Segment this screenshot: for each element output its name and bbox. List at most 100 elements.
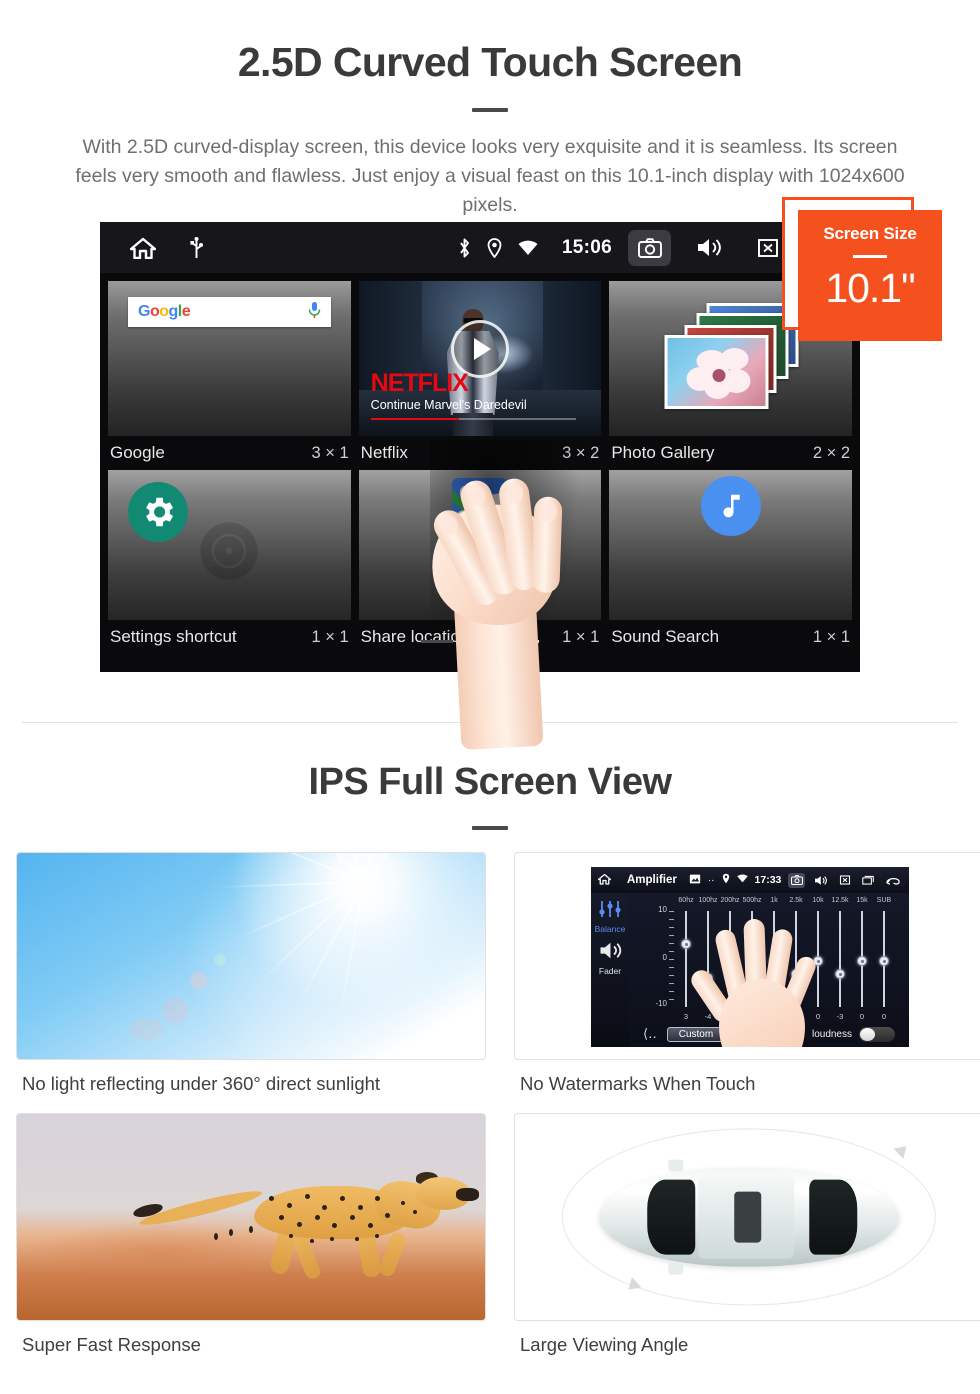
sunroof <box>734 1191 761 1243</box>
gallery-icon[interactable] <box>689 874 701 887</box>
eq-value: -3 <box>836 1012 844 1021</box>
settings-shortcut-widget[interactable] <box>108 470 351 620</box>
device-screen: 15:06 Google Google 3 × 1 NETFLIX Contin… <box>100 222 860 672</box>
widget-name: Share location <box>360 627 470 646</box>
widget-item[interactable]: Settings shortcut 1 × 1 <box>108 470 351 654</box>
usb-icon[interactable] <box>190 236 203 259</box>
back-arrow-icon[interactable]: ⟨‥ <box>643 1026 657 1042</box>
google-search-bar[interactable]: Google <box>128 297 331 327</box>
widget-item[interactable]: NETFLIX Continue Marvel's Daredevil Netf… <box>358 281 602 470</box>
widget-item[interactable]: Google Google 3 × 1 <box>108 281 351 470</box>
eq-slider[interactable] <box>763 907 785 1011</box>
page-dot-3-active[interactable] <box>507 640 539 643</box>
eq-slider[interactable] <box>785 907 807 1011</box>
maps-person-pin <box>454 510 476 532</box>
widget-item[interactable]: Sound Search 1 × 1 <box>609 470 853 654</box>
screenshot-icon[interactable] <box>628 229 671 266</box>
loudness-control[interactable]: loudness <box>812 1026 895 1042</box>
rotation-arrow <box>893 1140 912 1159</box>
car-body <box>599 1159 899 1275</box>
netflix-building-right <box>543 281 602 402</box>
feature-caption: Large Viewing Angle <box>520 1334 689 1355</box>
eq-slider[interactable] <box>675 907 697 1011</box>
home-icon[interactable] <box>130 237 156 259</box>
feature-card: Amplifier ·· 17:33 Balance Fader 60hz 10… <box>514 852 980 1095</box>
widget-name: Sound Search <box>611 627 720 646</box>
volume-icon[interactable] <box>687 230 730 266</box>
gear-icon-watermark <box>174 496 284 606</box>
preset-button[interactable]: Custom <box>666 1026 726 1042</box>
amplifier-bottom-bar: ⟨‥ Custom loudness <box>591 1023 909 1045</box>
running-cheetah <box>131 1170 479 1289</box>
google-maps-icon[interactable]: G <box>452 478 508 534</box>
cheetah-spots <box>213 1170 467 1289</box>
widget-name: Settings shortcut <box>110 627 237 646</box>
more-icon[interactable]: ·· <box>708 875 715 886</box>
feature-grid: No light reflecting under 360° direct su… <box>0 830 980 1095</box>
page-dot-2[interactable] <box>464 640 496 643</box>
car-top-view-illustration <box>514 1113 980 1321</box>
gear-icon[interactable] <box>128 482 188 542</box>
recents-icon[interactable] <box>860 873 877 888</box>
eq-slider[interactable] <box>719 907 741 1011</box>
page-dot-1[interactable] <box>421 640 453 643</box>
eq-slider[interactable] <box>741 907 763 1011</box>
side-mirror <box>668 1262 684 1275</box>
sound-search-widget[interactable] <box>609 470 853 620</box>
volume-icon[interactable] <box>812 873 829 888</box>
eq-freq-label: 15k <box>856 897 868 904</box>
eq-slider[interactable] <box>851 907 873 1011</box>
car-scene <box>515 1114 980 1320</box>
widget-size: 1 × 1 <box>311 627 349 646</box>
eq-freq-label: 500hz <box>742 897 762 904</box>
eq-value: 0 <box>771 1012 777 1021</box>
eq-value: -3 <box>792 1012 800 1021</box>
wifi-icon <box>518 240 538 256</box>
widget-label-row: Photo Gallery 2 × 2 <box>609 436 852 470</box>
eq-freq-label: SUB <box>876 897 892 904</box>
eq-slider[interactable] <box>873 907 895 1011</box>
eq-axis: 10 0 -10 <box>649 905 675 1011</box>
eq-slider[interactable] <box>697 907 719 1011</box>
loudness-toggle[interactable] <box>859 1026 895 1042</box>
sidebar-item-balance[interactable]: Balance <box>591 900 629 934</box>
eq-slider[interactable] <box>829 907 851 1011</box>
widget-size: 2 × 2 <box>812 443 851 462</box>
widget-row-1: Google Google 3 × 1 NETFLIX Continue Mar… <box>108 281 853 470</box>
close-icon[interactable] <box>836 873 853 888</box>
page-indicator[interactable] <box>100 640 860 643</box>
google-search-widget[interactable]: Google <box>108 281 351 436</box>
eq-slider[interactable] <box>807 907 829 1011</box>
lens-flare <box>190 972 208 990</box>
wifi-icon <box>736 874 748 886</box>
widget-label-row: Sound Search 1 × 1 <box>609 620 852 654</box>
eq-value: -4 <box>704 1012 712 1021</box>
share-location-widget[interactable]: G <box>358 470 602 620</box>
feature-grid-row-2: Super Fast Response Large Viewing Angle <box>0 1113 980 1356</box>
eq-freq-label: 100hz <box>698 897 718 904</box>
back-icon[interactable] <box>884 873 901 888</box>
location-icon <box>722 873 730 887</box>
home-icon[interactable] <box>597 873 612 888</box>
sidebar-item-fader[interactable]: Fader <box>591 941 629 976</box>
widget-label-row: Google 3 × 1 <box>108 436 351 470</box>
widget-size: 1 × 1 <box>562 627 600 646</box>
widget-size: 3 × 2 <box>562 443 600 462</box>
eq-axis-min: -10 <box>655 999 667 1008</box>
music-note-icon[interactable] <box>700 476 761 536</box>
eq-axis-max: 10 <box>658 905 667 914</box>
amplifier-screenshot: Amplifier ·· 17:33 Balance Fader 60hz 10… <box>514 852 980 1060</box>
microphone-icon[interactable] <box>308 301 321 324</box>
widget-item[interactable]: G Share location 1 × 1 <box>358 470 602 654</box>
status-bar: 15:06 <box>100 222 860 273</box>
widget-grid: Google Google 3 × 1 NETFLIX Continue Mar… <box>100 273 860 654</box>
feature-card: Large Viewing Angle <box>514 1113 980 1356</box>
sunlight-photo <box>16 852 486 1060</box>
screenshot-icon[interactable] <box>788 872 806 888</box>
amplifier-title: Amplifier <box>627 874 677 886</box>
widget-label-row: Netflix 3 × 2 <box>359 436 602 470</box>
lens-flare <box>129 1017 164 1040</box>
netflix-widget[interactable]: NETFLIX Continue Marvel's Daredevil <box>358 281 602 436</box>
eq-freq-label: 12.5k <box>831 897 849 904</box>
google-logo: Google <box>138 303 191 320</box>
